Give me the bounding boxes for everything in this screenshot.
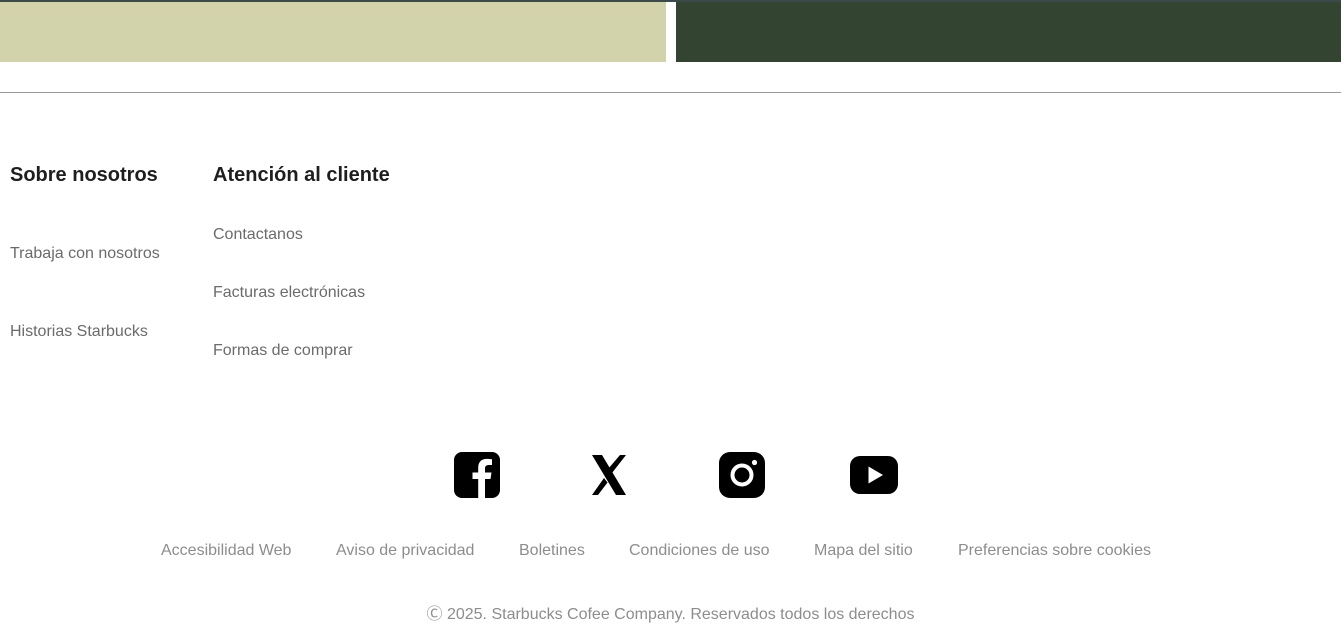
promo-banner-right[interactable]: [676, 2, 1341, 62]
facebook-icon: [454, 452, 500, 498]
footer-divider: [0, 92, 1341, 93]
youtube-link[interactable]: [850, 450, 898, 500]
link-facturas-electronicas[interactable]: Facturas electrónicas: [213, 284, 365, 302]
link-preferencias-cookies[interactable]: Preferencias sobre cookies: [958, 542, 1151, 560]
promo-banner-left[interactable]: [0, 2, 666, 62]
instagram-icon: [719, 452, 765, 498]
link-trabaja-con-nosotros[interactable]: Trabaja con nosotros: [10, 245, 160, 263]
link-aviso-de-privacidad[interactable]: Aviso de privacidad: [336, 542, 474, 560]
youtube-icon: [850, 456, 898, 494]
copyright-text: Ⓒ 2025. Starbucks Cofee Company. Reserva…: [426, 606, 915, 623]
link-historias-starbucks[interactable]: Historias Starbucks: [10, 323, 148, 341]
about-heading: Sobre nosotros: [10, 164, 158, 186]
x-icon: [592, 455, 626, 495]
link-boletines[interactable]: Boletines: [519, 542, 585, 560]
facebook-link[interactable]: [453, 450, 501, 500]
link-contactanos[interactable]: Contactanos: [213, 226, 303, 244]
link-condiciones-de-uso[interactable]: Condiciones de uso: [629, 542, 770, 560]
instagram-link[interactable]: [718, 450, 766, 500]
link-accesibilidad-web[interactable]: Accesibilidad Web: [161, 542, 291, 560]
customer-service-heading: Atención al cliente: [213, 164, 390, 186]
link-mapa-del-sitio[interactable]: Mapa del sitio: [814, 542, 913, 560]
link-formas-de-comprar[interactable]: Formas de comprar: [213, 342, 353, 360]
x-link[interactable]: [585, 450, 633, 500]
